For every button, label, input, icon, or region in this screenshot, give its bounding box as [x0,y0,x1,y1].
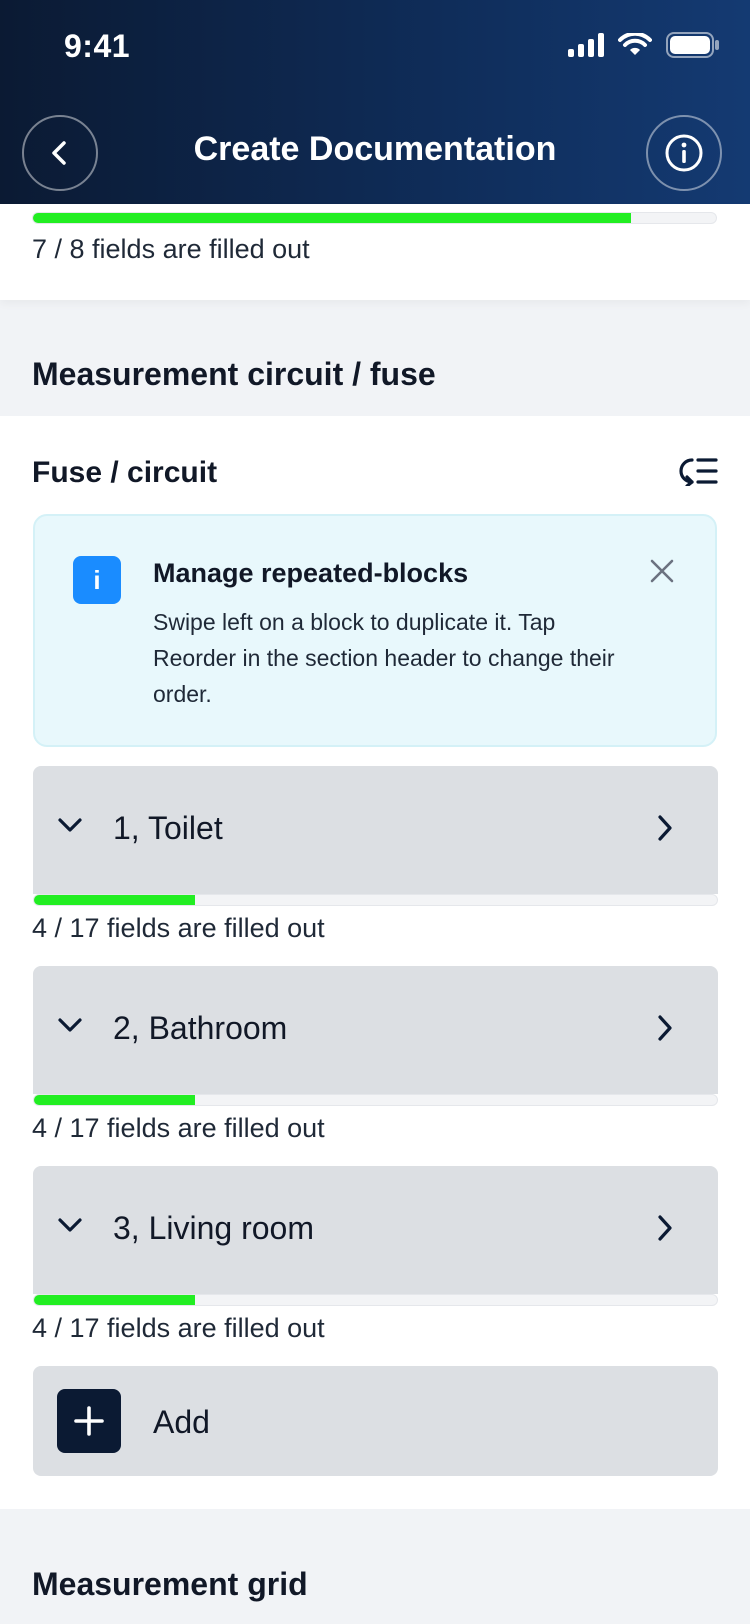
chevron-right-icon[interactable] [656,1014,674,1042]
overall-progress-text: 7 / 8 fields are filled out [32,234,310,264]
add-label: Add [153,1404,210,1440]
chevron-down-icon[interactable] [57,1016,83,1034]
block-progress-text: 4 / 17 fields are filled out [32,913,325,943]
status-icons [568,32,720,58]
repeated-block-item[interactable]: 1, Toilet [33,766,718,894]
cellular-signal-icon [568,33,604,57]
page-title: Create Documentation [193,130,557,168]
section-title: Measurement circuit / fuse [32,356,436,392]
repeated-block-item[interactable]: 3, Living room [33,1166,718,1294]
close-icon[interactable] [649,558,675,584]
add-block-button[interactable]: Add [33,1366,718,1476]
wifi-icon [618,33,652,55]
status-time: 9:41 [64,28,131,64]
block-progress-text: 4 / 17 fields are filled out [32,1113,325,1143]
app-header: 9:41 Create Documentation [0,0,750,204]
battery-icon [666,32,719,58]
info-badge-icon: i [73,556,121,604]
info-box-body: Swipe left on a block to duplicate it. T… [153,609,615,707]
overall-progress-bar [32,212,717,224]
documentation-progress-card: 7 / 8 fields are filled out [0,204,750,300]
info-icon [665,134,703,172]
chevron-down-icon[interactable] [57,1216,83,1234]
repeated-blocks-info-box: i Manage repeated-blocks Swipe left on a… [33,514,717,747]
next-section-title: Measurement grid [32,1566,308,1602]
block-label: 1, Toilet [113,810,223,846]
chevron-right-icon[interactable] [656,1214,674,1242]
fuse-circuit-card: Fuse / circuit i Manage repeated-blocks … [0,416,750,1509]
progress-fill [34,1295,195,1305]
plus-icon [57,1389,121,1453]
block-progress-text: 4 / 17 fields are filled out [32,1313,325,1343]
reorder-icon[interactable] [678,456,718,486]
progress-fill [34,895,195,905]
chevron-down-icon[interactable] [57,816,83,834]
block-progress-bar [33,1294,718,1306]
block-progress-bar [33,894,718,906]
progress-fill [33,213,631,223]
info-button[interactable] [646,115,722,191]
block-progress-bar [33,1094,718,1106]
block-label: 2, Bathroom [113,1010,288,1046]
subsection-title: Fuse / circuit [32,456,218,489]
chevron-right-icon[interactable] [656,814,674,842]
block-label: 3, Living room [113,1210,314,1246]
info-box-title: Manage repeated-blocks [153,558,469,588]
repeated-block-item[interactable]: 2, Bathroom [33,966,718,1094]
progress-fill [34,1095,195,1105]
